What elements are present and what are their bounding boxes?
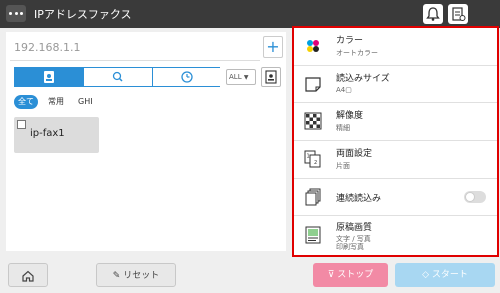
- setting-continuous-scan[interactable]: 連続読込み: [294, 179, 497, 217]
- stacked-pages-icon: [305, 188, 321, 206]
- scan-settings-panel: カラー オートカラー 読込みサイズ A4▢ 解像度 精細 1 2 両面設定 片面…: [292, 26, 499, 257]
- paper-size-icon: [305, 77, 321, 92]
- search-icon: [112, 71, 123, 82]
- tab-address-book[interactable]: [15, 68, 84, 86]
- bell-icon: [426, 7, 440, 21]
- start-button[interactable]: ◇ スタート: [395, 263, 495, 287]
- clock-icon: [181, 71, 193, 83]
- setting-duplex[interactable]: 1 2 両面設定 片面: [294, 141, 497, 179]
- continuous-scan-toggle[interactable]: [464, 190, 486, 203]
- setting-color[interactable]: カラー オートカラー: [294, 28, 497, 66]
- address-book-panel: 192.168.1.1 + ALL ▼ 全て 常用 GHI ip-fax1: [6, 32, 286, 251]
- setting-resolution[interactable]: 解像度 精細: [294, 103, 497, 142]
- add-address-button[interactable]: +: [263, 36, 283, 58]
- filter-frequent[interactable]: 常用: [44, 95, 68, 109]
- setting-label: カラー: [336, 36, 364, 46]
- search-tabs: [14, 67, 221, 87]
- start-icon: ◇: [422, 270, 430, 280]
- dot-icon: [20, 12, 23, 15]
- setting-scan-size[interactable]: 読込みサイズ A4▢: [294, 66, 497, 104]
- dropdown-value: ALL: [229, 73, 242, 81]
- stop-label: ストップ: [337, 270, 374, 280]
- notification-button[interactable]: [423, 4, 443, 24]
- address-card-icon: [265, 70, 277, 84]
- setting-value: オートカラー: [336, 49, 378, 57]
- entry-name: ip-fax1: [30, 128, 65, 139]
- setting-label: 連続読込み: [336, 193, 382, 204]
- setting-label: 解像度: [336, 111, 364, 122]
- pencil-icon: ✎: [112, 271, 121, 281]
- tab-history[interactable]: [153, 68, 221, 86]
- entry-checkbox[interactable]: [17, 120, 26, 129]
- more-menu-button[interactable]: [6, 5, 26, 22]
- job-status-button[interactable]: [448, 4, 468, 24]
- index-dropdown[interactable]: ALL ▼: [226, 69, 256, 85]
- setting-value: 片面: [336, 162, 350, 171]
- address-book-icon: [44, 71, 54, 83]
- duplex-pages-icon: 1 2: [304, 150, 321, 168]
- setting-value: 精細: [336, 124, 350, 133]
- reset-button[interactable]: ✎ リセット: [96, 263, 176, 287]
- setting-label: 両面設定: [336, 149, 373, 160]
- reset-label: リセット: [123, 271, 160, 281]
- title-bar: IPアドレスファクス: [0, 0, 500, 28]
- stop-icon: ⊽: [327, 270, 335, 280]
- svg-text:1: 1: [307, 154, 310, 160]
- machine-status-icon: [452, 7, 466, 21]
- tab-search[interactable]: [84, 68, 153, 86]
- filter-ghi[interactable]: GHI: [74, 95, 97, 109]
- dot-icon: [14, 12, 18, 15]
- caret-down-icon: ▼: [243, 74, 249, 81]
- stop-button[interactable]: ⊽ ストップ: [313, 263, 388, 287]
- toggle-knob: [465, 191, 475, 202]
- checker-resolution-icon: [304, 112, 322, 130]
- home-icon: [22, 270, 34, 282]
- home-button[interactable]: [8, 263, 48, 287]
- address-detail-button[interactable]: [261, 67, 281, 87]
- color-dots-icon: [307, 40, 319, 52]
- address-entry[interactable]: ip-fax1: [14, 117, 99, 153]
- dot-icon: [9, 12, 12, 15]
- filter-all[interactable]: 全て: [14, 95, 38, 109]
- page-title: IPアドレスファクス: [34, 8, 132, 21]
- setting-label: 読込みサイズ: [336, 73, 390, 84]
- setting-value-secondary: 印刷写真: [336, 242, 364, 251]
- setting-value: A4▢: [336, 85, 352, 94]
- ip-address-field[interactable]: 192.168.1.1: [10, 35, 260, 61]
- setting-label: 原稿画質: [336, 222, 373, 233]
- document-photo-icon: [305, 226, 321, 243]
- svg-text:2: 2: [314, 160, 317, 166]
- setting-original-quality[interactable]: 原稿画質 文字 / 写真 印刷写真: [294, 217, 497, 255]
- start-label: スタート: [431, 270, 468, 280]
